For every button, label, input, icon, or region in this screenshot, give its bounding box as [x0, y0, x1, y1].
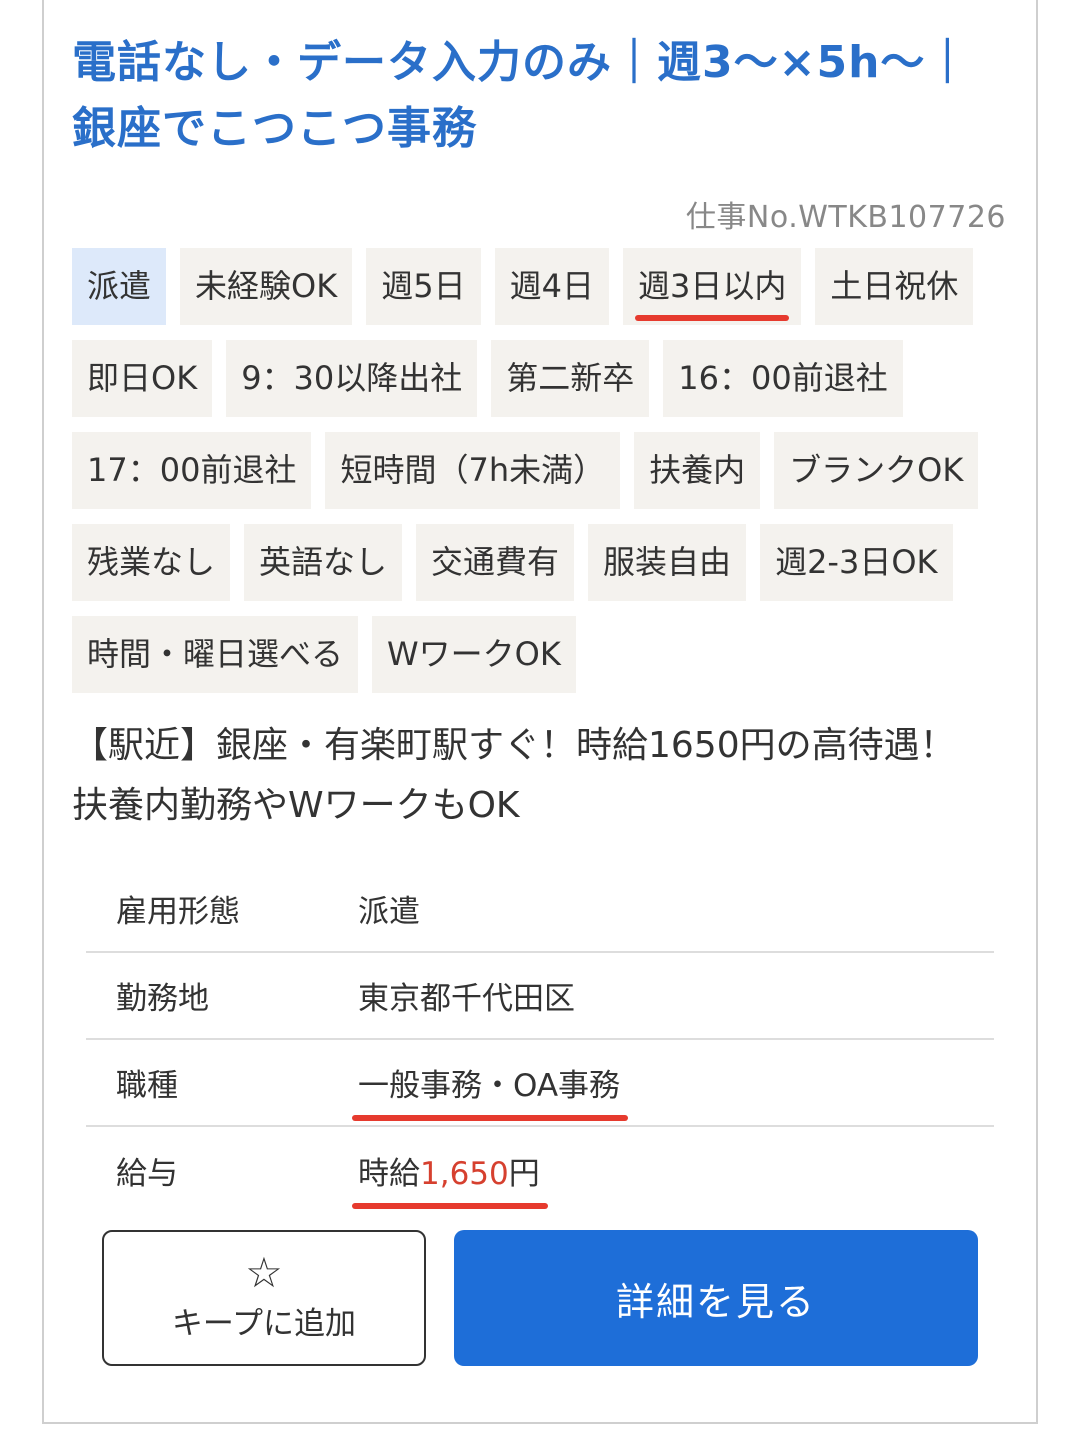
tag: 短時間（7h未満） — [325, 432, 621, 509]
tag: 交通費有 — [416, 524, 575, 601]
salary-prefix: 時給 — [358, 1156, 420, 1192]
tag: 週5日 — [366, 248, 481, 325]
employment-value: 派遣 — [358, 894, 420, 930]
tag: 第二新卒 — [491, 340, 650, 417]
job-info-table: 雇用形態 派遣 勤務地 東京都千代田区 職種 一般事務・OA事務 給与 時給1,… — [86, 866, 994, 1214]
tag: 時間・曜日選べる — [72, 616, 359, 693]
info-row-location: 勤務地 東京都千代田区 — [86, 953, 994, 1040]
tag: 17：00前退社 — [72, 432, 312, 509]
tag: 派遣 — [72, 248, 167, 325]
view-details-label: 詳細を見る — [615, 1279, 816, 1324]
salary-amount: 1,650 — [420, 1156, 509, 1192]
location-label: 勤務地 — [116, 981, 209, 1017]
category-value: 一般事務・OA事務 — [351, 1060, 629, 1121]
keep-button[interactable]: ☆ キープに追加 — [102, 1230, 426, 1366]
tag: 服装自由 — [588, 524, 747, 601]
tag-list: 派遣 未経験OK 週5日 週4日 週3日以内 土日祝休 即日OK 9：30以降出… — [72, 248, 1012, 693]
tag: 土日祝休 — [815, 248, 974, 325]
category-label: 職種 — [116, 1068, 178, 1104]
location-value: 東京都千代田区 — [358, 981, 575, 1017]
job-number: 仕事No.WTKB107726 — [685, 200, 1006, 235]
info-row-salary: 給与 時給1,650円 — [86, 1127, 994, 1214]
tag: 16：00前退社 — [663, 340, 903, 417]
view-details-button[interactable]: 詳細を見る — [454, 1230, 978, 1366]
tag: 即日OK — [72, 340, 213, 417]
tag: ブランクOK — [774, 432, 979, 509]
tag: 扶養内 — [634, 432, 761, 509]
tag: 残業なし — [72, 524, 231, 601]
info-row-category: 職種 一般事務・OA事務 — [86, 1040, 994, 1127]
tag: 英語なし — [244, 524, 403, 601]
tag: 週4日 — [494, 248, 609, 325]
star-outline-icon: ☆ — [245, 1248, 283, 1297]
salary-label: 給与 — [116, 1156, 178, 1192]
keep-button-label: キープに追加 — [171, 1306, 357, 1342]
tag: 週2-3日OK — [760, 524, 953, 601]
tag: 週3日以内 — [622, 248, 802, 325]
job-lead-text: 【駅近】銀座・有楽町駅すぐ！時給1650円の高待遇！扶養内勤務やWワークもOK — [72, 725, 956, 826]
employment-label: 雇用形態 — [116, 894, 240, 930]
salary-suffix: 円 — [508, 1156, 540, 1192]
job-title-link[interactable]: 電話なし・データ入力のみ｜週3〜×5h〜｜銀座でこつこつ事務 — [72, 30, 1002, 162]
tag: 未経験OK — [180, 248, 353, 325]
salary-value: 時給1,650円 — [352, 1148, 548, 1209]
info-row-employment: 雇用形態 派遣 — [86, 866, 994, 953]
tag: WワークOK — [372, 616, 576, 693]
tag: 9：30以降出社 — [226, 340, 478, 417]
